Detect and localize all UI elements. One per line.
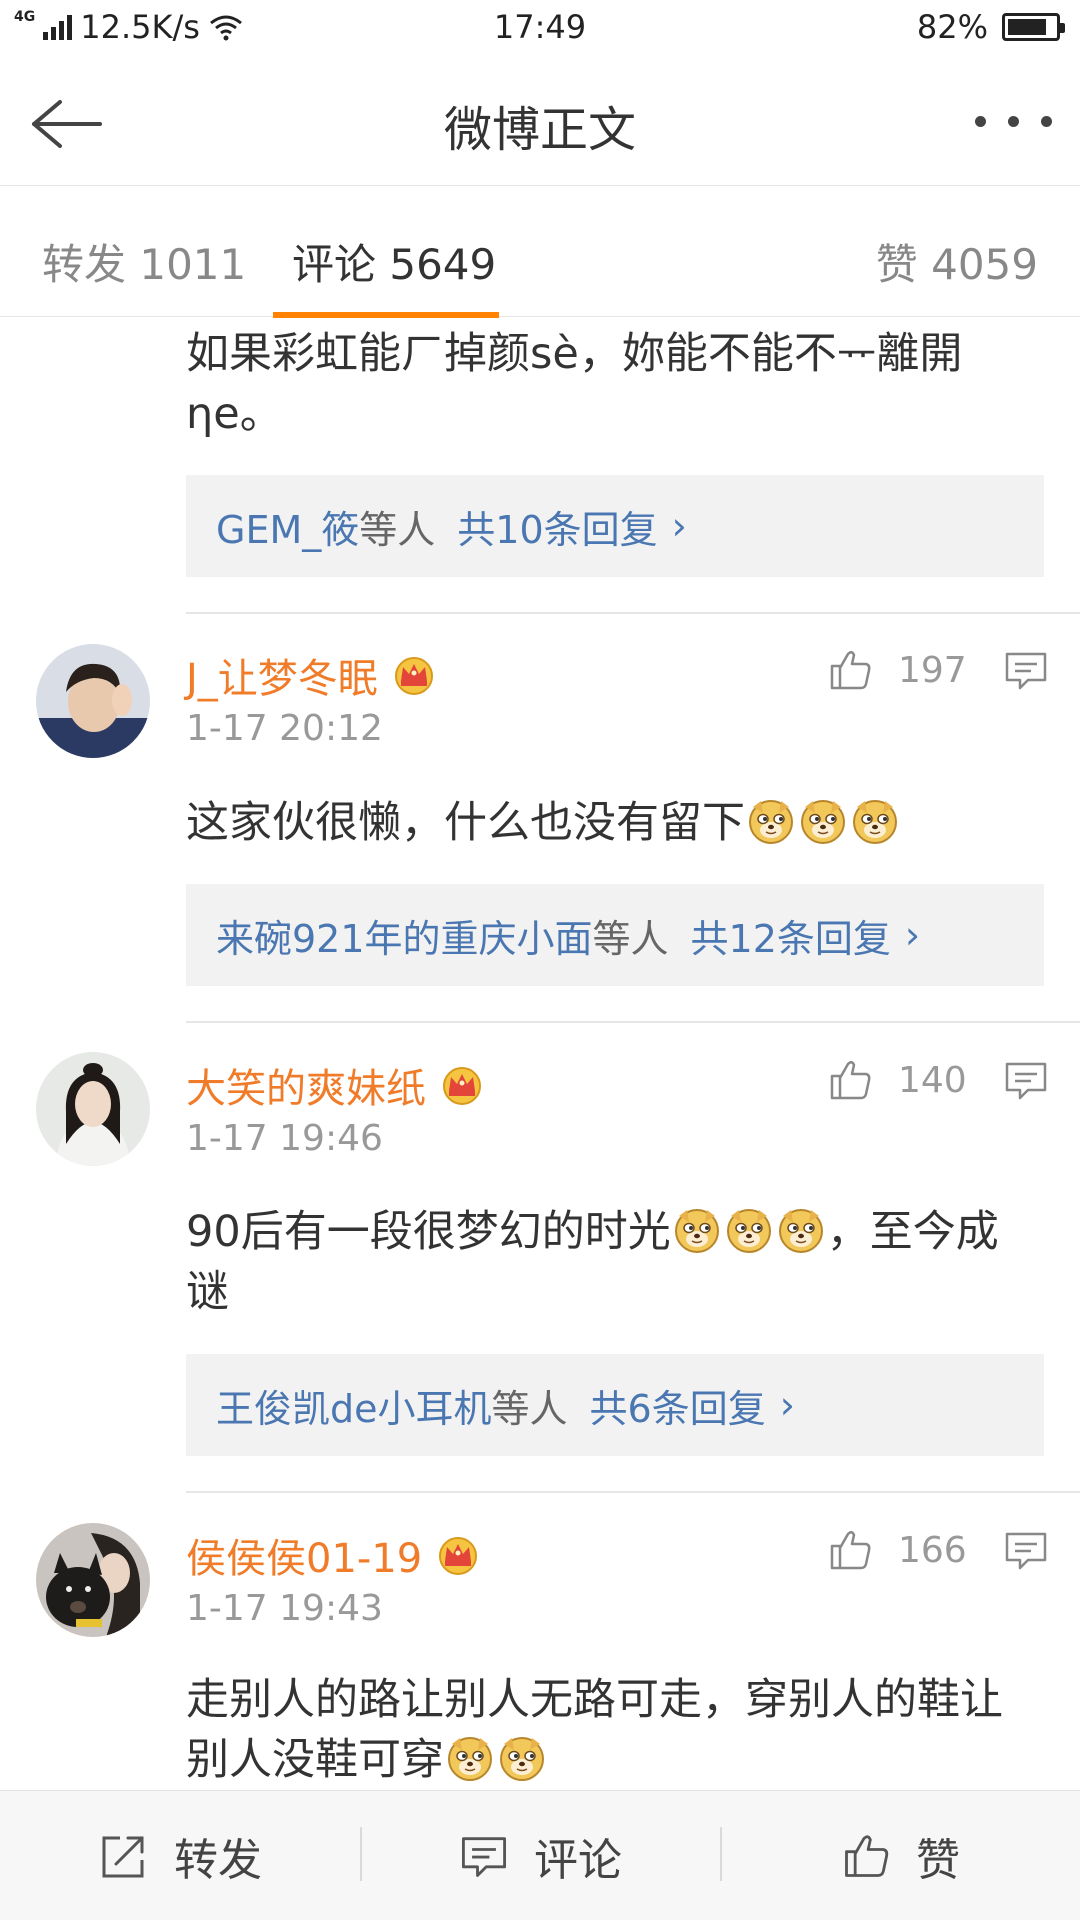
battery-icon (1002, 13, 1065, 41)
comment-text-part3: 谜 (186, 1267, 229, 1317)
doge-emoji-icon (747, 797, 795, 845)
doge-emoji-icon (799, 797, 847, 845)
page-title: 微博正文 (443, 102, 636, 158)
vip-crown-icon (392, 655, 436, 695)
comment-text-part1: 90后有一段很梦幻的时光 (186, 1207, 671, 1257)
reply-names: 王俊凯de小耳机 (216, 1386, 492, 1431)
comment-time: 1-17 19:46 (186, 1118, 383, 1159)
comment-time: 1-17 20:12 (186, 708, 383, 749)
comment-text: 90后有一段很梦幻的时光 ，至今成谜 (186, 1202, 1046, 1322)
chevron-right-icon: › (779, 1383, 795, 1427)
reply-icon[interactable] (1002, 1056, 1050, 1104)
chevron-right-icon: › (671, 504, 687, 548)
like-button[interactable]: 197 (826, 646, 967, 694)
reply-count: 共10条回复 (457, 507, 658, 552)
like-label: 赞 (916, 1834, 960, 1886)
thumbs-up-icon (826, 646, 874, 694)
comment-username[interactable]: 侯侯侯01-19 (186, 1526, 480, 1584)
avatar[interactable] (36, 1052, 150, 1166)
repost-label: 转发 (174, 1834, 262, 1886)
comment-text: 走别人的路让别人无路可走，穿别人的鞋让 别人没鞋可穿 (186, 1670, 1046, 1790)
reply-summary[interactable]: 王俊凯de小耳机 等人 共6条回复 › (186, 1354, 1044, 1456)
username-text: 大笑的爽妹纸 (186, 1066, 426, 1112)
battery-percent: 82% (916, 8, 988, 46)
doge-emoji-icon (673, 1206, 721, 1254)
tab-like[interactable]: 赞 4059 (876, 231, 1038, 292)
avatar[interactable] (36, 644, 150, 758)
vip-crown-icon (436, 1535, 480, 1575)
divider (186, 1021, 1080, 1023)
thumbs-up-icon (826, 1056, 874, 1104)
doge-emoji-icon (725, 1206, 773, 1254)
divider (186, 1491, 1080, 1493)
doge-emoji-icon (777, 1206, 825, 1254)
reply-summary[interactable]: 来碗921年的重庆小面 等人 共12条回复 › (186, 884, 1044, 986)
comment-text-part2: ，至今成 (826, 1207, 999, 1257)
doge-emoji-icon (498, 1734, 546, 1782)
comment-text: 这家伙很懒，什么也没有留下 (186, 793, 1046, 853)
reply-count: 共6条回复 (589, 1386, 766, 1431)
status-bar: 4G 12.5K/s 17:49 82% (0, 0, 1080, 56)
emoji-group (745, 798, 901, 848)
comment-list[interactable]: 如果彩虹能ㄏ掉颜sè，妳能不能不ᅲ離開ηe。 GEM_筱 等人 共10条回复 ›… (0, 318, 1080, 1790)
comment-username[interactable]: J_让梦冬眠 (186, 646, 436, 704)
reply-others: 等人 (592, 916, 669, 961)
thumbs-up-icon (826, 1526, 874, 1574)
share-icon (102, 1836, 144, 1877)
like-count: 197 (898, 649, 967, 691)
chevron-right-icon: › (904, 913, 921, 957)
reply-summary[interactable]: GEM_筱 等人 共10条回复 › (186, 475, 1044, 577)
tab-repost[interactable]: 转发 1011 (42, 231, 246, 292)
emoji-group (444, 1735, 548, 1785)
comment-text-line1: 走别人的路让别人无路可走，穿别人的鞋让 (186, 1675, 1003, 1725)
reply-names: 来碗921年的重庆小面 (216, 916, 593, 961)
comment-text-content: 这家伙很懒，什么也没有留下 (186, 798, 745, 848)
reply-names: GEM_筱 (216, 507, 360, 552)
emoji-group (671, 1207, 827, 1257)
username-text: J_让梦冬眠 (186, 656, 378, 702)
doge-emoji-icon (446, 1734, 494, 1782)
like-count: 166 (898, 1529, 967, 1571)
comment-username[interactable]: 大笑的爽妹纸 (186, 1056, 484, 1114)
reply-others: 等人 (359, 507, 436, 552)
username-text: 侯侯侯01-19 (186, 1536, 423, 1582)
comment-label: 评论 (534, 1834, 622, 1886)
reply-icon[interactable] (1002, 1526, 1050, 1574)
reply-icon[interactable] (1002, 646, 1050, 694)
reply-others: 等人 (491, 1386, 568, 1431)
doge-emoji-icon (851, 797, 899, 845)
vip-crown-icon (440, 1065, 484, 1105)
divider (186, 612, 1080, 614)
comment-icon (462, 1836, 506, 1877)
like-post-button[interactable]: 赞 (720, 1791, 1080, 1920)
avatar[interactable] (36, 1523, 150, 1637)
like-button[interactable]: 140 (826, 1056, 967, 1104)
tab-bar: 转发 1011 评论 5649 赞 4059 (0, 187, 1080, 318)
navigation-bar: 微博正文 (0, 56, 1080, 186)
comment-text-line2: 别人没鞋可穿 (186, 1735, 444, 1785)
comment-time: 1-17 19:43 (186, 1588, 383, 1629)
status-right: 82% (916, 8, 1065, 46)
like-button[interactable]: 166 (826, 1526, 967, 1574)
more-options-icon[interactable] (975, 116, 1052, 127)
repost-button[interactable]: 转发 (0, 1791, 360, 1920)
comment-button[interactable]: 评论 (360, 1791, 720, 1920)
comment-text: 如果彩虹能ㄏ掉颜sè，妳能不能不ᅲ離開ηe。 (186, 329, 963, 439)
thumbs-up-icon (845, 1834, 889, 1877)
like-count: 140 (898, 1059, 967, 1101)
bottom-action-bar: 转发 评论 赞 (0, 1790, 1080, 1920)
reply-count: 共12条回复 (690, 916, 891, 961)
tab-comment[interactable]: 评论 5649 (292, 231, 496, 292)
